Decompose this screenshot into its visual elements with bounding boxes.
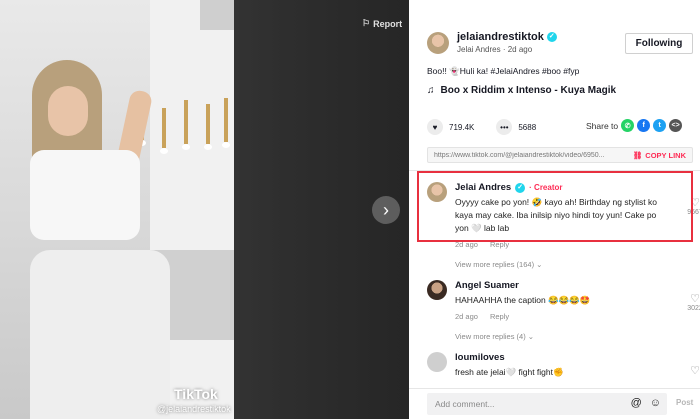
flag-icon: ⚐ (362, 18, 371, 28)
comment-text: Oyyyy cake po yon! 🤣 kayo ah! Birthday n… (455, 197, 657, 233)
avatar[interactable] (427, 182, 447, 202)
music-note-icon: ♫ (427, 85, 435, 96)
comment-like-count: 3022 (687, 305, 700, 312)
share-label: Share to (586, 120, 619, 131)
verified-icon: ✓ (546, 32, 557, 42)
tiktok-post-viewer: TikTok @jelaiandrestiktok ⚐ Report › jel… (0, 0, 700, 419)
view-more-replies[interactable]: View more replies (4) ⌄ (455, 332, 534, 341)
music-title: Boo x Riddim x Intenso - Kuya Magik (440, 85, 617, 96)
comment-meta: 2d ago Reply (455, 240, 509, 249)
comment-icon[interactable]: ••• (496, 119, 513, 135)
post-stats: ♥ 719.4K ••• 5688 (427, 119, 536, 135)
comment-item: Angel Suamer HAHAAHHA the caption 😂😂😂🤩 2… (427, 280, 700, 340)
comment-like[interactable]: ♡ (685, 364, 700, 377)
author-username[interactable]: jelaiandrestiktok (457, 31, 544, 43)
comment-author[interactable]: Angel Suamer (455, 280, 519, 291)
link-icon: ⛓ (632, 150, 643, 160)
post-button[interactable]: Post (676, 398, 693, 407)
share-link-url[interactable]: https://www.tiktok.com/@jelaiandrestikto… (428, 152, 627, 159)
chevron-right-icon: › (383, 200, 389, 220)
report-label: Report (373, 18, 403, 29)
comment-date: 2d ago (455, 312, 478, 321)
add-comment-input[interactable]: Add comment... @ ☺ (427, 393, 667, 415)
share-bar: Share to ✆ f t <> (586, 119, 683, 132)
reply-button[interactable]: Reply (490, 240, 509, 249)
post-caption: Boo!! 👻Huli ka! #JelaiAndres #boo #fyp (427, 66, 580, 76)
avatar[interactable] (427, 280, 447, 300)
avatar[interactable] (427, 352, 447, 372)
comment-item: Jelai Andres ✓ · Creator Oyyyy cake po y… (427, 182, 700, 252)
mention-icon[interactable]: @ (631, 397, 642, 409)
twitter-icon[interactable]: t (653, 119, 667, 132)
share-link-box: https://www.tiktok.com/@jelaiandrestikto… (427, 147, 693, 163)
comment-text: fresh ate jelai🤍 fight fight✊ (455, 367, 564, 377)
creator-badge: · Creator (529, 183, 563, 192)
post-age: 2d ago (507, 45, 533, 54)
view-more-replies[interactable]: View more replies (164) ⌄ (455, 260, 542, 269)
video-area: TikTok @jelaiandrestiktok ⚐ Report › (0, 0, 409, 419)
heart-outline-icon: ♡ (690, 365, 700, 377)
comment-date: 2d ago (455, 240, 478, 249)
comment-author[interactable]: loumiloves (455, 352, 505, 363)
video-player[interactable]: TikTok @jelaiandrestiktok (0, 0, 234, 419)
author-header: jelaiandrestiktok ✓ Jelai Andres · 2d ag… (427, 31, 557, 54)
heart-icon[interactable]: ♥ (427, 119, 443, 135)
comment-count: 5688 (518, 122, 537, 132)
heart-outline-icon: ♡ (690, 293, 700, 305)
comment-text: HAHAAHHA the caption 😂😂😂🤩 (455, 295, 591, 305)
divider (409, 170, 700, 171)
copy-link-button[interactable]: ⛓ COPY LINK (627, 151, 692, 160)
comment-author[interactable]: Jelai Andres (455, 182, 511, 193)
facebook-icon[interactable]: f (637, 119, 651, 132)
tiktok-logo: TikTok (174, 386, 218, 402)
like-count: 719.4K (449, 122, 475, 132)
watermark-handle: @jelaiandrestiktok (157, 404, 231, 414)
comment-like-count: 9667 (687, 209, 700, 216)
verified-icon: ✓ (515, 182, 526, 193)
heart-outline-icon: ♡ (690, 197, 700, 209)
following-button[interactable]: Following (625, 33, 693, 54)
music-link[interactable]: ♫ Boo x Riddim x Intenso - Kuya Magik (427, 85, 616, 96)
comment-meta: 2d ago Reply (455, 312, 509, 321)
comment-composer: Add comment... @ ☺ Post (409, 388, 700, 419)
emoji-icon[interactable]: ☺ (650, 397, 661, 409)
avatar[interactable] (427, 31, 449, 54)
reply-button[interactable]: Reply (490, 312, 509, 321)
details-panel: jelaiandrestiktok ✓ Jelai Andres · 2d ag… (409, 0, 700, 419)
report-button[interactable]: ⚐ Report (362, 18, 402, 29)
author-display-name: Jelai Andres (457, 45, 501, 54)
next-video-button[interactable]: › (372, 196, 400, 224)
whatsapp-icon[interactable]: ✆ (621, 119, 635, 132)
comment-item: loumiloves fresh ate jelai🤍 fight fight✊… (427, 352, 700, 386)
comment-like[interactable]: ♡ 9667 (685, 196, 700, 216)
embed-icon[interactable]: <> (669, 119, 683, 132)
comment-like[interactable]: ♡ 3022 (685, 292, 700, 312)
